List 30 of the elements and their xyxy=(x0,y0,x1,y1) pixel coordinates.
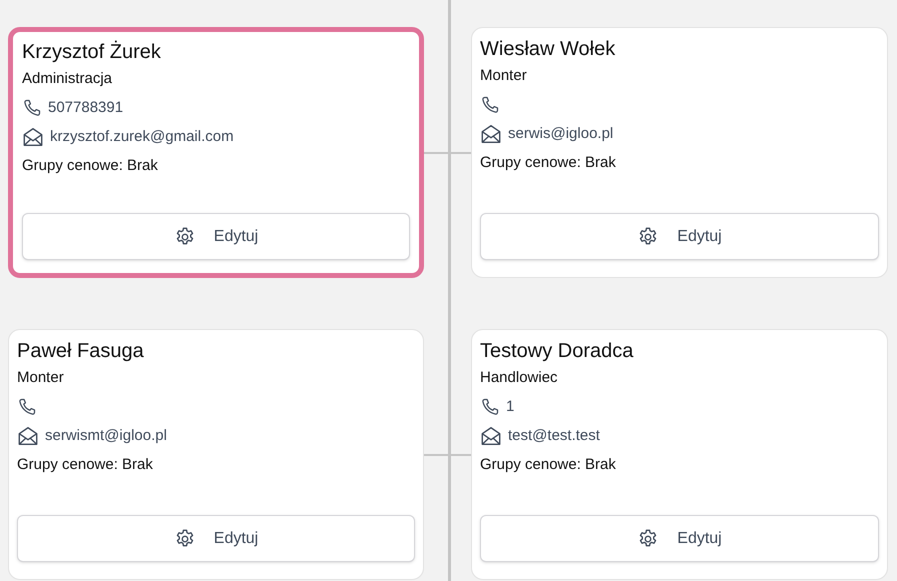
phone-icon xyxy=(480,95,500,115)
phone-icon xyxy=(17,397,37,417)
email-address: serwismt@igloo.pl xyxy=(45,426,167,446)
edit-button[interactable]: Edytuj xyxy=(480,515,879,562)
edit-button[interactable]: Edytuj xyxy=(17,515,415,562)
price-groups-label: Grupy cenowe: Brak xyxy=(17,455,154,475)
price-groups-label: Grupy cenowe: Brak xyxy=(480,153,617,173)
envelope-icon xyxy=(480,425,502,447)
phone-icon xyxy=(480,397,500,417)
person-name: Wiesław Wołek xyxy=(480,37,616,62)
person-name: Krzysztof Żurek xyxy=(22,40,162,65)
phone-number: 1 xyxy=(506,396,514,417)
person-name: Testowy Doradca xyxy=(480,339,634,364)
email-address: serwis@igloo.pl xyxy=(508,124,614,144)
role-label: Handlowiec xyxy=(480,368,559,388)
envelope-icon xyxy=(17,425,39,447)
phone-icon xyxy=(22,98,42,118)
person-name: Paweł Fasuga xyxy=(17,339,145,364)
role-label: Monter xyxy=(17,368,65,388)
edit-button[interactable]: Edytuj xyxy=(480,213,879,260)
envelope-icon xyxy=(22,126,44,148)
email-address: test@test.test xyxy=(508,426,600,446)
price-groups-label: Grupy cenowe: Brak xyxy=(22,156,159,176)
email-address: krzysztof.zurek@gmail.com xyxy=(50,126,234,147)
envelope-icon xyxy=(480,123,502,145)
price-groups-label: Grupy cenowe: Brak xyxy=(480,455,617,475)
role-label: Monter xyxy=(480,66,528,86)
edit-button[interactable]: Edytuj xyxy=(22,213,410,260)
phone-number: 507788391 xyxy=(48,98,124,118)
role-label: Administracja xyxy=(22,69,114,89)
